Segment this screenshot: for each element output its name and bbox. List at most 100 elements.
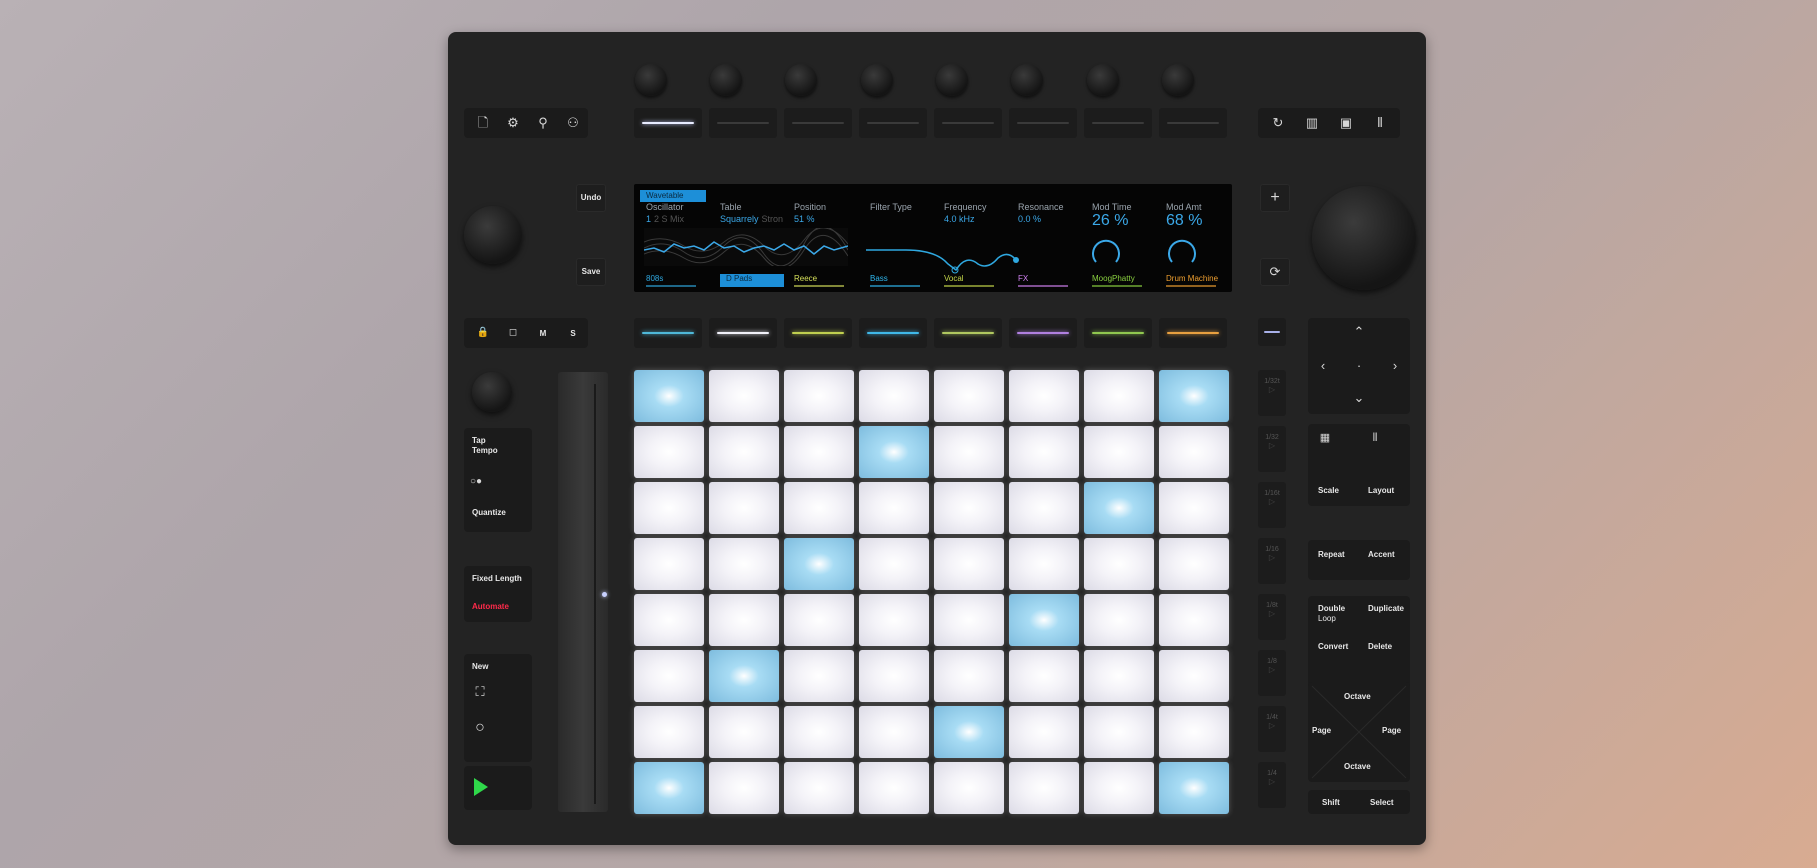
pad[interactable] <box>934 538 1004 590</box>
scene-launch-button[interactable] <box>1258 318 1286 346</box>
pad[interactable] <box>1009 706 1079 758</box>
upper-track-button-8[interactable] <box>1159 108 1227 138</box>
pad[interactable] <box>934 482 1004 534</box>
encoder-1[interactable] <box>635 64 667 96</box>
pad[interactable] <box>709 706 779 758</box>
pad[interactable] <box>709 594 779 646</box>
scene-button-4[interactable]: 1/16 ▷ <box>1258 538 1286 584</box>
scene-button-5[interactable]: 1/8t ▷ <box>1258 594 1286 640</box>
quantize-button[interactable]: Quantize <box>472 508 506 517</box>
track-name[interactable]: Bass <box>870 274 920 287</box>
delete-button[interactable]: Delete <box>1368 642 1392 651</box>
pad[interactable] <box>859 762 929 814</box>
pad[interactable] <box>634 594 704 646</box>
stop-clip-icon[interactable]: ◻ <box>502 323 524 343</box>
lock-icon[interactable]: 🔒 <box>472 323 494 343</box>
pad[interactable] <box>1084 538 1154 590</box>
octave-up-button[interactable]: Octave <box>1344 692 1371 701</box>
pad[interactable] <box>784 594 854 646</box>
pad[interactable] <box>859 650 929 702</box>
new-button[interactable]: New <box>472 662 488 671</box>
pad[interactable] <box>859 370 929 422</box>
pad[interactable] <box>784 482 854 534</box>
page-right-button[interactable]: Page <box>1382 726 1401 735</box>
pad[interactable] <box>1159 594 1229 646</box>
select-button[interactable]: Select <box>1370 798 1394 807</box>
track-name[interactable]: MoogPhatty <box>1092 274 1142 287</box>
tap-label[interactable]: Tap <box>472 436 486 445</box>
mixer-icon[interactable]: ▥ <box>1300 113 1324 133</box>
pad[interactable] <box>934 650 1004 702</box>
encoder-5[interactable] <box>936 64 968 96</box>
pad[interactable] <box>934 594 1004 646</box>
encoder-6[interactable] <box>1011 64 1043 96</box>
encoder-8[interactable] <box>1162 64 1194 96</box>
pad[interactable] <box>784 650 854 702</box>
grid-icon[interactable]: ▦ <box>1314 428 1336 448</box>
right-arrow-icon[interactable]: › <box>1384 356 1406 376</box>
upper-track-button-4[interactable] <box>859 108 927 138</box>
shift-button[interactable]: Shift <box>1322 798 1340 807</box>
undo-button[interactable]: Undo <box>576 184 606 212</box>
pad[interactable] <box>634 650 704 702</box>
track-name[interactable]: Vocal <box>944 274 994 287</box>
upper-track-button-6[interactable] <box>1009 108 1077 138</box>
pad[interactable] <box>859 426 929 478</box>
clip-icon[interactable]: ▣ <box>1334 113 1358 133</box>
scene-button-7[interactable]: 1/4t ▷ <box>1258 706 1286 752</box>
lower-track-button-6[interactable] <box>1009 318 1077 348</box>
pad[interactable] <box>784 370 854 422</box>
track-name[interactable]: Reece <box>794 274 844 287</box>
pad[interactable] <box>709 650 779 702</box>
up-arrow-icon[interactable]: ⌃ <box>1348 322 1370 342</box>
record-icon[interactable]: ○ <box>470 718 490 738</box>
pad[interactable] <box>859 538 929 590</box>
pad[interactable] <box>634 482 704 534</box>
play-icon[interactable] <box>474 778 488 796</box>
scene-button-2[interactable]: 1/32 ▷ <box>1258 426 1286 472</box>
encoder-3[interactable] <box>785 64 817 96</box>
pad[interactable] <box>784 426 854 478</box>
encoder-7[interactable] <box>1087 64 1119 96</box>
scene-button-6[interactable]: 1/8 ▷ <box>1258 650 1286 696</box>
pad[interactable] <box>1159 426 1229 478</box>
pad[interactable] <box>934 706 1004 758</box>
pad[interactable] <box>1009 482 1079 534</box>
columns-icon[interactable]: ⦀ <box>1368 113 1392 133</box>
fixed-length-button[interactable]: Fixed Length <box>472 574 522 583</box>
pad[interactable] <box>634 370 704 422</box>
pad[interactable] <box>934 370 1004 422</box>
pad[interactable] <box>1084 594 1154 646</box>
encoder-2[interactable] <box>710 64 742 96</box>
pad[interactable] <box>1009 762 1079 814</box>
scene-button-1[interactable]: 1/32t ▷ <box>1258 370 1286 416</box>
tempo-label[interactable]: Tempo <box>472 446 498 455</box>
pad[interactable] <box>1159 650 1229 702</box>
upper-track-button-7[interactable] <box>1084 108 1152 138</box>
user-icon[interactable]: ⚇ <box>562 113 584 133</box>
touch-strip[interactable] <box>558 372 608 812</box>
device-tab[interactable]: Wavetable <box>640 190 706 202</box>
pad[interactable] <box>1084 482 1154 534</box>
pad[interactable] <box>709 370 779 422</box>
octave-down-button[interactable]: Octave <box>1344 762 1371 771</box>
pad[interactable] <box>859 482 929 534</box>
encoder-4[interactable] <box>861 64 893 96</box>
pad[interactable] <box>709 762 779 814</box>
pad[interactable] <box>1084 426 1154 478</box>
metronome-icon[interactable]: ○● <box>470 472 482 492</box>
pad[interactable] <box>1009 650 1079 702</box>
upper-track-button-3[interactable] <box>784 108 852 138</box>
pad[interactable] <box>1159 370 1229 422</box>
pad[interactable] <box>709 482 779 534</box>
new-file-icon[interactable]: 🗋 <box>472 113 494 133</box>
pad[interactable] <box>634 762 704 814</box>
convert-button[interactable]: Convert <box>1318 642 1348 651</box>
pad[interactable] <box>1084 762 1154 814</box>
solo-button[interactable]: S <box>562 329 584 338</box>
automate-button[interactable]: Automate <box>472 602 509 611</box>
double-button[interactable]: Double <box>1318 604 1345 613</box>
tempo-encoder[interactable] <box>464 206 522 264</box>
lower-track-button-1[interactable] <box>634 318 702 348</box>
lower-track-button-2[interactable] <box>709 318 777 348</box>
